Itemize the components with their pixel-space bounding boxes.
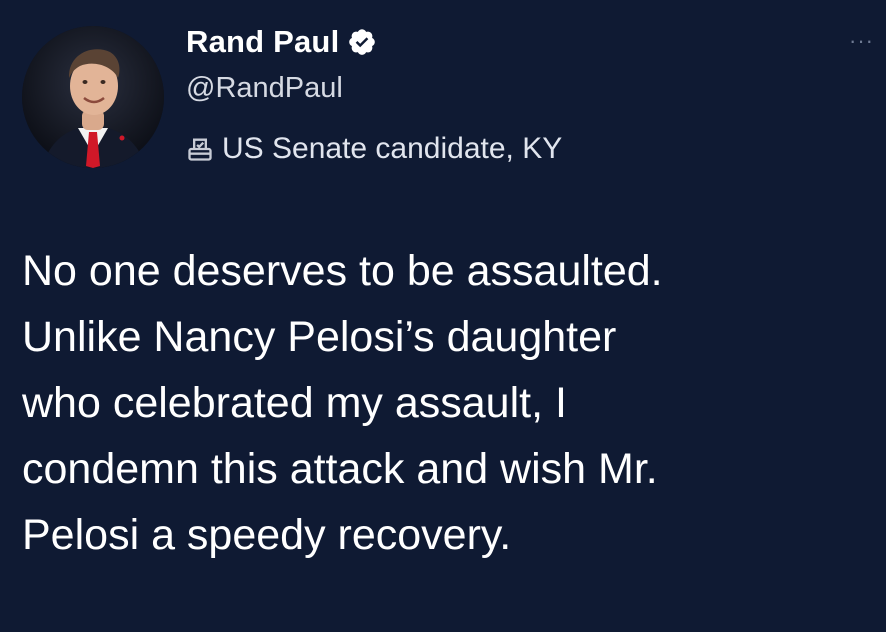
author-handle[interactable]: @RandPaul	[186, 72, 343, 105]
ballot-box-icon	[186, 135, 214, 163]
more-options-icon[interactable]: ···	[849, 30, 874, 52]
affiliation-text: US Senate candidate, KY	[222, 132, 563, 165]
author-name-row: Rand Paul	[186, 22, 377, 62]
tweet-text: No one deserves to be assaulted. Unlike …	[22, 247, 663, 559]
affiliation-label: US Senate candidate, KY	[186, 132, 562, 166]
verified-badge-icon	[347, 27, 377, 57]
avatar-image	[22, 26, 164, 168]
avatar[interactable]	[22, 26, 164, 168]
author-display-name[interactable]: Rand Paul	[186, 24, 339, 60]
tweet-card: Rand Paul @RandPaul US Senate candidate,…	[0, 0, 886, 632]
